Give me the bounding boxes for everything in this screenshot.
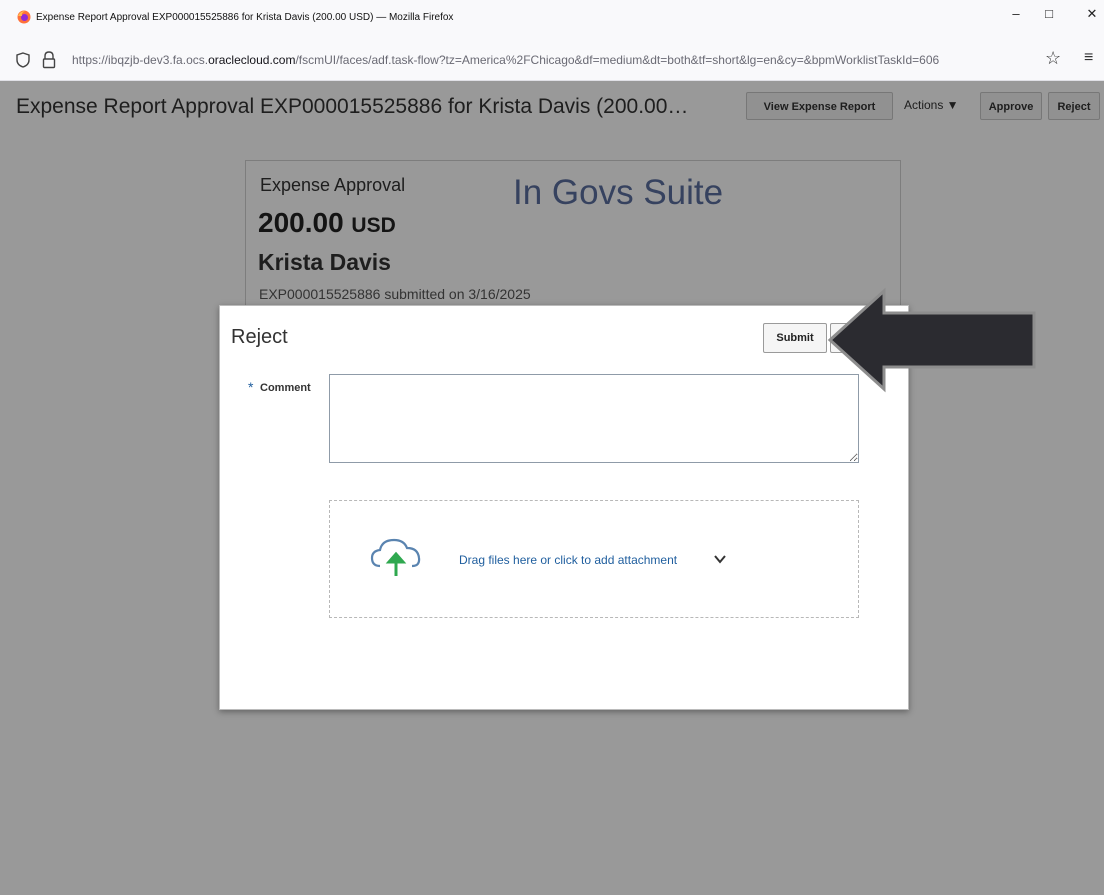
- lock-icon[interactable]: [42, 51, 56, 69]
- comment-input[interactable]: [329, 374, 859, 463]
- url-prefix: https://ibqzjb-dev3.fa.ocs.: [72, 53, 209, 67]
- url-bar: https://ibqzjb-dev3.fa.ocs.oraclecloud.c…: [0, 36, 1104, 81]
- url-field[interactable]: https://ibqzjb-dev3.fa.ocs.oraclecloud.c…: [72, 53, 1047, 67]
- star-icon[interactable]: ☆: [1045, 48, 1061, 69]
- browser-titlebar: Expense Report Approval EXP000015525886 …: [0, 0, 1104, 36]
- dialog-title: Reject: [231, 326, 288, 348]
- submit-button[interactable]: Submit: [763, 323, 827, 353]
- menu-icon[interactable]: ≡: [1084, 49, 1093, 67]
- url-suffix: /fscmUI/faces/adf.task-flow?tz=America%2…: [295, 53, 940, 67]
- arrow-annotation: [827, 287, 1036, 393]
- firefox-icon: [17, 10, 31, 24]
- cloud-upload-icon: [370, 538, 421, 576]
- window-title: Expense Report Approval EXP000015525886 …: [36, 12, 454, 23]
- attachment-dropzone[interactable]: Drag files here or click to add attachme…: [329, 500, 859, 618]
- comment-label: Comment: [260, 382, 311, 394]
- close-window-button[interactable]: ✕: [1082, 6, 1102, 22]
- minimize-button[interactable]: –: [1006, 6, 1026, 21]
- reject-dialog: Reject Submit * Comment Drag files here …: [219, 305, 909, 710]
- required-indicator: *: [248, 379, 254, 395]
- chevron-down-icon[interactable]: [714, 554, 726, 564]
- shield-icon[interactable]: [16, 52, 30, 68]
- attachment-link[interactable]: Drag files here or click to add attachme…: [459, 553, 677, 567]
- maximize-button[interactable]: □: [1039, 6, 1059, 21]
- url-domain: oraclecloud.com: [208, 53, 296, 67]
